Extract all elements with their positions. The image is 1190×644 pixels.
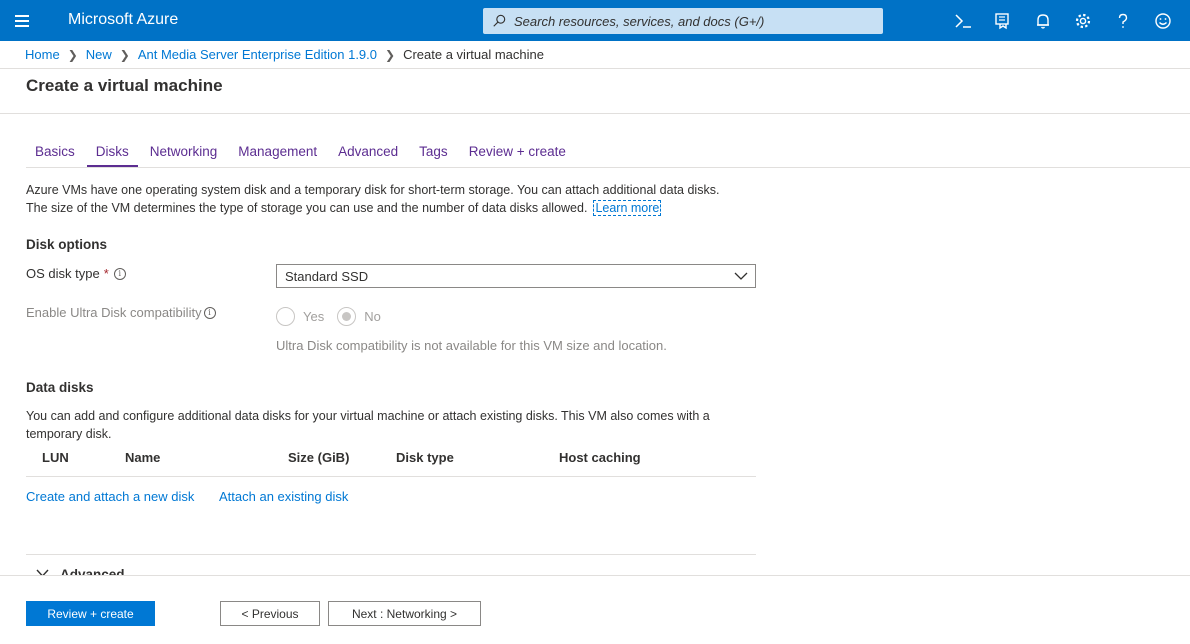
divider	[26, 167, 1190, 168]
cloud-shell-icon[interactable]	[943, 0, 983, 41]
os-disk-type-select[interactable]: Standard SSD	[276, 264, 756, 288]
brand-title[interactable]: Microsoft Azure	[68, 11, 178, 29]
breadcrumb-marketplace-item[interactable]: Ant Media Server Enterprise Edition 1.9.…	[138, 47, 377, 62]
intro-line-1: Azure VMs have one operating system disk…	[26, 183, 720, 197]
tab-advanced[interactable]: Advanced	[329, 144, 407, 167]
radio-yes[interactable]	[276, 307, 295, 326]
column-name: Name	[125, 450, 161, 465]
radio-no-label: No	[364, 309, 381, 324]
breadcrumb-home[interactable]: Home	[25, 47, 60, 62]
help-icon[interactable]	[1103, 0, 1143, 41]
os-disk-type-text: OS disk type	[26, 266, 100, 281]
radio-yes-label: Yes	[303, 309, 325, 324]
chevron-right-icon: ❯	[67, 47, 78, 62]
column-host-caching: Host caching	[559, 450, 641, 465]
create-attach-disk-link[interactable]: Create and attach a new disk	[26, 489, 194, 504]
column-size: Size (GiB)	[288, 450, 350, 465]
search-icon	[493, 14, 506, 27]
data-disks-table-header: LUN Name Size (GiB) Disk type Host cachi…	[26, 450, 756, 477]
ultra-disk-hint: Ultra Disk compatibility is not availabl…	[276, 338, 667, 353]
chevron-right-icon: ❯	[385, 47, 396, 62]
disks-intro: Azure VMs have one operating system disk…	[26, 182, 766, 217]
intro-line-2: The size of the VM determines the type o…	[26, 200, 588, 215]
divider	[0, 68, 1190, 69]
notifications-icon[interactable]	[1023, 0, 1063, 41]
info-icon[interactable]: i	[203, 306, 216, 319]
required-marker: *	[103, 266, 109, 281]
data-disks-heading: Data disks	[26, 380, 94, 395]
radio-no[interactable]	[337, 307, 357, 326]
divider	[26, 554, 756, 555]
footer-bar: Review + create < Previous Next : Networ…	[0, 575, 1190, 644]
tab-networking[interactable]: Networking	[141, 144, 227, 167]
advanced-section-label: Advanced	[60, 566, 125, 576]
settings-icon[interactable]	[1063, 0, 1103, 41]
review-create-button[interactable]: Review + create	[26, 601, 155, 626]
next-networking-button[interactable]: Next : Networking >	[328, 601, 481, 626]
breadcrumb-new[interactable]: New	[86, 47, 112, 62]
os-disk-type-label: OS disk type * i	[26, 266, 126, 281]
divider	[0, 113, 1190, 114]
feedback-icon[interactable]	[1143, 0, 1183, 41]
ultra-disk-text: Enable Ultra Disk compatibility	[26, 305, 202, 320]
os-disk-type-value: Standard SSD	[285, 268, 369, 284]
chevron-down-icon	[36, 569, 49, 575]
tab-basics[interactable]: Basics	[26, 144, 84, 167]
column-disk-type: Disk type	[396, 450, 454, 465]
column-lun: LUN	[42, 450, 69, 465]
breadcrumb-current: Create a virtual machine	[403, 47, 544, 62]
learn-more-link[interactable]: Learn more	[593, 199, 662, 216]
breadcrumb: Home ❯ New ❯ Ant Media Server Enterprise…	[25, 47, 544, 62]
tab-tags[interactable]: Tags	[410, 144, 457, 167]
directory-filter-icon[interactable]	[983, 0, 1023, 41]
tab-management[interactable]: Management	[229, 144, 326, 167]
info-icon[interactable]: i	[113, 267, 126, 280]
tab-review-create[interactable]: Review + create	[460, 144, 575, 167]
search-input[interactable]: Search resources, services, and docs (G+…	[483, 8, 883, 34]
ultra-disk-label: Enable Ultra Disk compatibility i	[26, 305, 216, 320]
advanced-section-toggle[interactable]: Advanced	[36, 565, 125, 575]
menu-icon[interactable]	[15, 12, 33, 28]
page-title: Create a virtual machine	[26, 76, 223, 95]
attach-existing-disk-link[interactable]: Attach an existing disk	[219, 489, 348, 504]
disk-options-heading: Disk options	[26, 237, 108, 252]
tab-disks[interactable]: Disks	[86, 144, 138, 167]
chevron-down-icon	[734, 272, 748, 280]
ultra-disk-radio-group: Yes No	[276, 307, 394, 326]
top-bar: Microsoft Azure Search resources, servic…	[0, 0, 1190, 41]
data-disks-description: You can add and configure additional dat…	[26, 409, 710, 441]
previous-button[interactable]: < Previous	[220, 601, 320, 626]
search-placeholder: Search resources, services, and docs (G+…	[514, 13, 765, 29]
wizard-tabs: Basics Disks Networking Management Advan…	[26, 144, 578, 167]
chevron-right-icon: ❯	[119, 47, 130, 62]
